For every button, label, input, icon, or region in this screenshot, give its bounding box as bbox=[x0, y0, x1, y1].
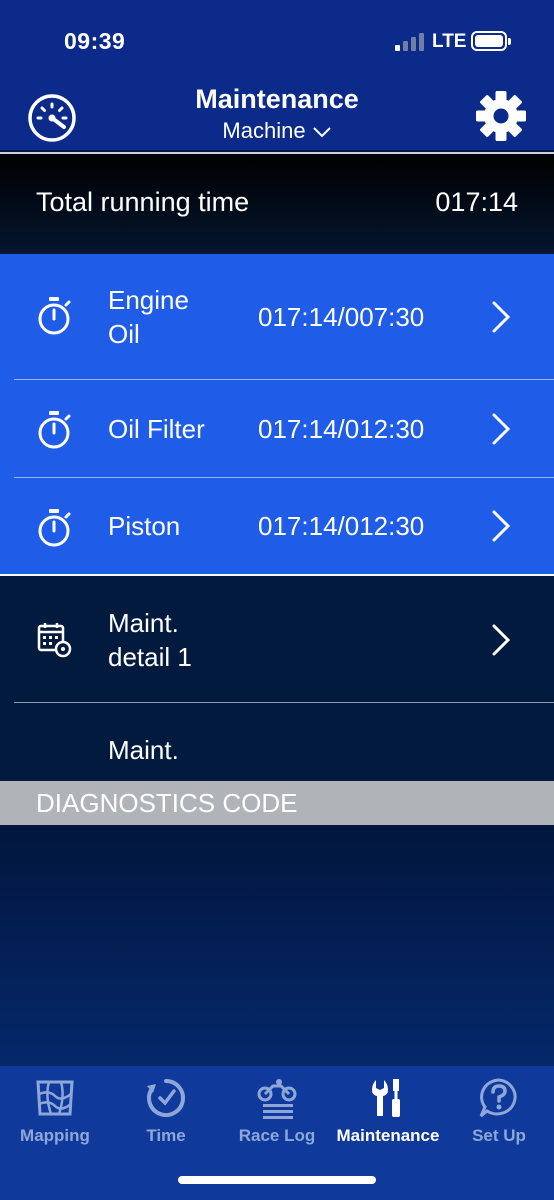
list-item-maint-detail-2[interactable]: Maint. bbox=[0, 703, 554, 781]
screen: 09:39 LTE Maintenance Machine Total runn… bbox=[0, 0, 554, 1200]
item-value: 017:14/012:30 bbox=[258, 511, 425, 541]
list-item-piston[interactable]: Piston 017:14/012:30 bbox=[0, 478, 554, 576]
total-running-row: Total running time 017:14 bbox=[0, 154, 554, 252]
diagnostics-code-header: DIAGNOSTICS CODE bbox=[0, 781, 554, 825]
chevron-down-icon bbox=[312, 127, 331, 138]
home-indicator[interactable] bbox=[178, 1176, 376, 1184]
tab-label: Mapping bbox=[20, 1126, 90, 1145]
tab-set-up[interactable]: Set Up bbox=[444, 1076, 554, 1156]
stopwatch-icon bbox=[38, 509, 71, 547]
item-label: Maint. bbox=[108, 735, 179, 765]
item-value: 017:14/012:30 bbox=[258, 414, 425, 444]
chevron-right-icon bbox=[492, 510, 511, 542]
status-time: 09:39 bbox=[64, 28, 126, 54]
tab-label: Race Log bbox=[238, 1126, 316, 1145]
total-running-value: 017:14 bbox=[435, 187, 518, 217]
stopwatch-icon bbox=[38, 297, 71, 335]
network-type: LTE bbox=[432, 31, 467, 52]
tab-time[interactable]: Time bbox=[111, 1076, 221, 1156]
gear-icon[interactable] bbox=[474, 89, 528, 143]
item-label: Maint. detail 1 bbox=[108, 608, 192, 672]
calendar-gear-icon bbox=[37, 623, 72, 658]
tab-label: Time bbox=[146, 1126, 186, 1145]
list-item-oil-filter[interactable]: Oil Filter 017:14/012:30 bbox=[0, 380, 554, 477]
machine-dropdown[interactable]: Machine bbox=[0, 118, 554, 144]
tab-label: Set Up bbox=[472, 1126, 526, 1145]
wrench-icon bbox=[372, 1079, 400, 1117]
motorcycle-icon bbox=[257, 1079, 297, 1119]
detail-list: Maint. detail 1 Maint. bbox=[0, 576, 554, 781]
total-running-label: Total running time bbox=[36, 187, 250, 217]
list-item-maint-detail-1[interactable]: Maint. detail 1 bbox=[0, 576, 554, 702]
tab-label: Maintenance bbox=[336, 1126, 440, 1145]
chevron-right-icon bbox=[492, 413, 511, 445]
help-icon bbox=[479, 1078, 517, 1118]
stopwatch-icon bbox=[38, 411, 71, 449]
diagnostics-code-label: DIAGNOSTICS CODE bbox=[36, 788, 298, 818]
tab-mapping[interactable]: Mapping bbox=[0, 1076, 110, 1156]
battery-icon bbox=[471, 31, 511, 51]
chevron-right-icon bbox=[492, 301, 511, 333]
chevron-right-icon bbox=[492, 624, 511, 656]
page-title: Maintenance bbox=[195, 84, 359, 114]
item-label: Oil Filter bbox=[108, 414, 205, 444]
status-bar: 09:39 LTE bbox=[0, 0, 554, 80]
map-icon bbox=[36, 1080, 74, 1116]
item-label: Piston bbox=[108, 511, 181, 541]
timer-list: Engine Oil 017:14/007:30 Oil Filter 017:… bbox=[0, 254, 554, 576]
item-label: Engine Oil bbox=[108, 285, 189, 349]
list-item-engine-oil[interactable]: Engine Oil 017:14/007:30 bbox=[0, 254, 554, 379]
clock-icon bbox=[147, 1079, 185, 1117]
header: Maintenance Machine bbox=[0, 80, 554, 152]
tab-race-log[interactable]: Race Log bbox=[222, 1076, 332, 1156]
machine-dropdown-label: Machine bbox=[222, 118, 306, 143]
tab-maintenance[interactable]: Maintenance bbox=[333, 1076, 443, 1156]
item-value: 017:14/007:30 bbox=[258, 302, 425, 332]
signal-icon bbox=[395, 33, 425, 51]
